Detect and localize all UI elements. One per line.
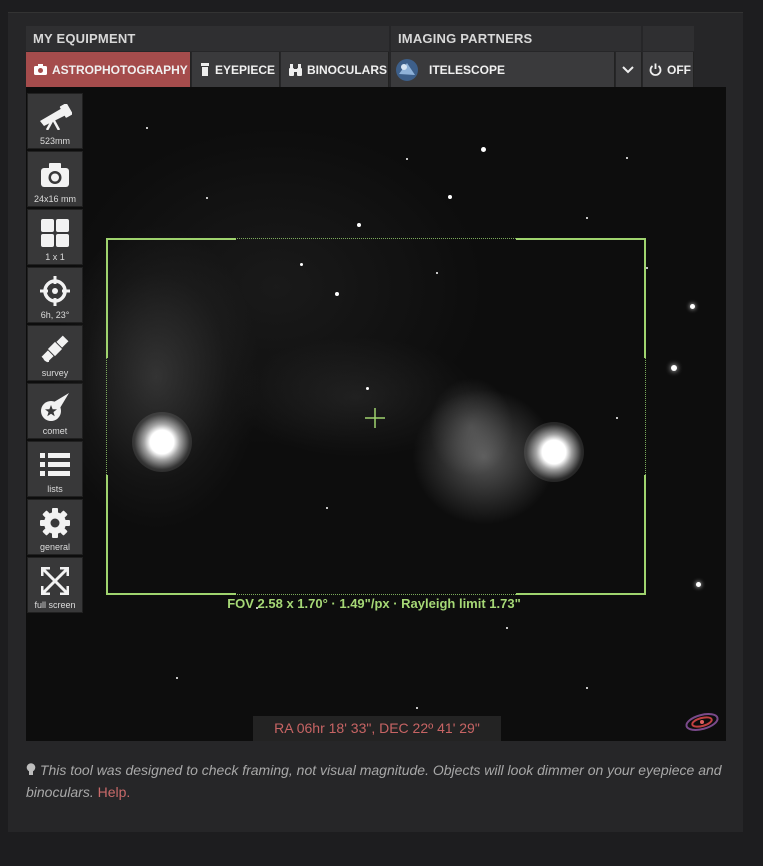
star [448, 195, 452, 199]
star [481, 147, 486, 152]
tab-astrophotography[interactable]: ASTROPHOTOGRAPHY [26, 52, 191, 87]
my-equipment-header: MY EQUIPMENT [26, 26, 389, 51]
header-spacer [643, 26, 694, 51]
partner-dropdown-button[interactable] [616, 52, 642, 87]
sidebar-item-telescope[interactable]: 523mm [27, 93, 83, 149]
sidebar-item-fullscreen[interactable]: full screen [27, 557, 83, 613]
sidebar-label: lists [47, 484, 63, 494]
sidebar-item-lists[interactable]: lists [27, 441, 83, 497]
list-icon [40, 453, 70, 476]
star [357, 223, 361, 227]
sidebar-item-comet[interactable]: comet [27, 383, 83, 439]
sidebar-label: 6h, 23° [40, 310, 70, 320]
coordinates-readout: RA 06hr 18' 33", DEC 22º 41' 29" [253, 716, 501, 741]
fov-corner [516, 475, 646, 595]
fov-info: FOV 2.58 x 1.70° · 1.49"/px · Rayleigh l… [227, 596, 521, 611]
eyepiece-icon [201, 63, 209, 76]
star [586, 687, 588, 689]
tab-binoculars[interactable]: BINOCULARS [281, 52, 389, 87]
star [586, 217, 588, 219]
crosshair-icon [40, 276, 70, 306]
camera-icon [41, 163, 69, 187]
grid-icon [41, 219, 69, 247]
sidebar-item-survey[interactable]: survey [27, 325, 83, 381]
sidebar-item-camera[interactable]: 24x16 mm [27, 151, 83, 207]
partner-label: ITELESCOPE [429, 62, 506, 77]
sidebar-label: 1 x 1 [45, 252, 65, 262]
sidebar-label: full screen [34, 600, 76, 610]
info-note-text: This tool was designed to check framing,… [26, 762, 722, 800]
itelescope-logo-icon [396, 58, 418, 81]
star [146, 127, 148, 129]
sidebar-item-target[interactable]: 6h, 23° [27, 267, 83, 323]
star [696, 582, 701, 587]
star [206, 197, 208, 199]
star [416, 707, 418, 709]
star [406, 158, 408, 160]
star [671, 365, 677, 371]
sidebar-item-mosaic[interactable]: 1 x 1 [27, 209, 83, 265]
sidebar-label: general [39, 542, 71, 552]
tab-binoculars-label: BINOCULARS [307, 62, 387, 77]
help-link[interactable]: Help. [98, 784, 131, 800]
off-label: OFF [667, 62, 691, 77]
sidebar-label: comet [42, 426, 68, 436]
telescope-icon [40, 104, 72, 130]
fov-corner [516, 238, 646, 358]
fullscreen-icon [41, 567, 69, 595]
top-cutoff [0, 0, 763, 12]
tab-eyepiece[interactable]: EYEPIECE [192, 52, 280, 87]
fov-corner [106, 238, 236, 358]
power-icon [649, 63, 662, 76]
lightbulb-icon [26, 763, 36, 775]
chevron-down-icon [622, 65, 634, 73]
galaxy-logo-icon [685, 713, 719, 731]
star [506, 627, 508, 629]
gear-icon [40, 508, 70, 538]
sidebar-item-general[interactable]: general [27, 499, 83, 555]
satellite-icon [41, 335, 69, 363]
fov-corner [106, 475, 236, 595]
star [176, 677, 178, 679]
center-crosshair-icon [365, 408, 385, 428]
imaging-partners-header: IMAGING PARTNERS [391, 26, 641, 51]
sidebar-label: survey [41, 368, 69, 378]
info-note: This tool was designed to check framing,… [26, 759, 726, 803]
partner-select[interactable]: ITELESCOPE [391, 52, 615, 87]
tab-astrophotography-label: ASTROPHOTOGRAPHY [52, 62, 188, 77]
star [626, 157, 628, 159]
star [646, 267, 648, 269]
sidebar-label: 24x16 mm [33, 194, 77, 204]
tab-eyepiece-label: EYEPIECE [215, 62, 276, 77]
binoculars-icon [289, 63, 302, 76]
star [690, 304, 695, 309]
comet-icon [41, 393, 69, 421]
sidebar-label: 523mm [39, 136, 70, 146]
off-button[interactable]: OFF [643, 52, 694, 87]
camera-icon [34, 64, 47, 75]
